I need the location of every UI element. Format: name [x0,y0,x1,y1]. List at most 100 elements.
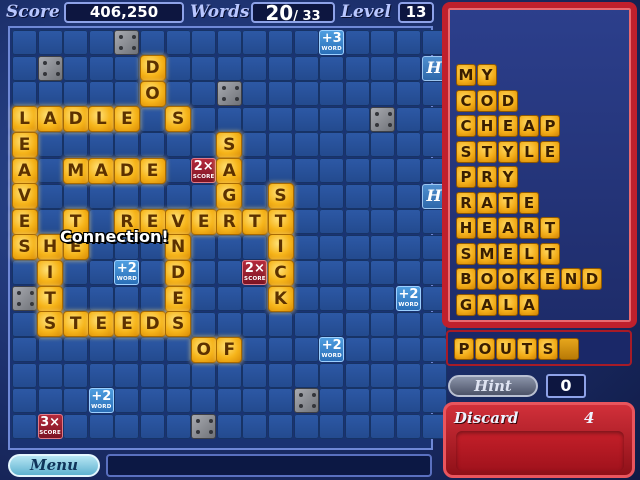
board-cell[interactable] [370,30,396,55]
board-cell[interactable] [370,362,396,388]
board-cell[interactable] [165,414,191,439]
board-cell[interactable] [396,30,421,55]
board-cell[interactable] [370,132,396,158]
board-cell[interactable] [140,337,165,363]
board-cell[interactable] [344,234,370,260]
board-cell[interactable] [242,311,268,337]
board-cell[interactable] [242,337,268,363]
board-cell[interactable] [37,362,63,388]
board-cell[interactable] [268,414,293,439]
letter-tile[interactable]: L [88,106,115,133]
board-cell[interactable] [268,158,293,183]
board-cell[interactable] [396,337,421,363]
board-cell[interactable] [63,388,89,414]
board-cell[interactable] [344,362,370,388]
board-cell[interactable] [396,158,421,183]
board-cell[interactable] [319,414,345,439]
board-cell[interactable] [293,311,319,337]
letter-tile[interactable]: A [37,106,64,133]
board-cell[interactable] [293,158,319,183]
letter-tile[interactable]: A [11,157,38,184]
board-cell[interactable] [88,183,114,209]
board-cell[interactable] [293,30,319,55]
board-cell[interactable] [12,414,37,439]
board-cell[interactable] [191,286,217,311]
board-cell[interactable] [242,55,268,81]
letter-tile[interactable]: L [11,106,38,133]
board-cell[interactable] [344,286,370,311]
board-cell[interactable] [63,337,89,363]
letter-tile[interactable]: E [88,311,115,338]
board-cell[interactable] [370,183,396,209]
board-cell[interactable] [88,30,114,55]
board-cell[interactable] [191,183,217,209]
board-cell[interactable] [114,286,140,311]
board-cell[interactable] [319,183,345,209]
board-cell[interactable] [268,106,293,132]
letter-tile[interactable]: E [139,157,166,184]
board-cell[interactable] [268,55,293,81]
letter-tile[interactable]: O [139,80,166,107]
board-cell[interactable] [216,234,242,260]
letter-tile[interactable]: S [165,311,192,338]
board-cell[interactable] [319,132,345,158]
board-cell[interactable] [216,260,242,286]
letter-tile[interactable]: M [62,157,89,184]
board-cell[interactable] [165,132,191,158]
board-cell[interactable] [63,81,89,107]
board-cell[interactable] [191,30,217,55]
board-cell[interactable] [344,414,370,439]
board-cell[interactable] [165,30,191,55]
letter-tile[interactable]: A [216,157,243,184]
board-cell[interactable] [63,132,89,158]
board-cell[interactable] [216,30,242,55]
letter-tile[interactable]: T [62,311,89,338]
board-cell[interactable] [396,132,421,158]
board-cell[interactable] [37,209,63,235]
board-cell[interactable] [140,362,165,388]
board-cell[interactable] [370,81,396,107]
board-cell[interactable] [63,183,89,209]
board-cell[interactable] [63,260,89,286]
board-cell[interactable] [114,55,140,81]
letter-tile[interactable]: O [190,336,217,363]
board-cell[interactable] [114,81,140,107]
board-cell[interactable] [396,81,421,107]
letter-tile[interactable]: I [267,234,294,261]
board-cell[interactable] [396,388,421,414]
board-cell[interactable] [396,55,421,81]
board-cell[interactable] [293,414,319,439]
board-cell[interactable] [191,81,217,107]
menu-button[interactable]: Menu [8,454,100,477]
board-cell[interactable] [114,414,140,439]
board-cell[interactable] [268,362,293,388]
board-cell[interactable] [140,286,165,311]
board-cell[interactable] [140,414,165,439]
board-cell[interactable] [37,158,63,183]
letter-tile[interactable]: E [11,131,38,158]
board-cell[interactable] [165,337,191,363]
board-cell[interactable] [344,260,370,286]
letter-tile[interactable]: E [113,311,140,338]
board-cell[interactable] [88,260,114,286]
hint-button[interactable]: Hint [448,375,538,397]
board-cell[interactable] [319,234,345,260]
board-cell[interactable] [370,158,396,183]
letter-tile[interactable]: S [37,311,64,338]
letter-tile[interactable]: E [190,208,217,235]
board-cell[interactable] [268,30,293,55]
board-cell[interactable] [344,30,370,55]
board-cell[interactable] [421,362,447,388]
board-cell[interactable] [242,362,268,388]
board-cell[interactable] [268,81,293,107]
letter-tile[interactable]: E [113,106,140,133]
letter-tile[interactable]: S [11,234,38,261]
board-cell[interactable] [242,158,268,183]
board-cell[interactable] [216,311,242,337]
board-cell[interactable] [114,388,140,414]
board-cell[interactable] [370,286,396,311]
board-cell[interactable] [216,414,242,439]
board-cell[interactable] [293,81,319,107]
board-cell[interactable] [88,55,114,81]
board-cell[interactable] [370,388,396,414]
